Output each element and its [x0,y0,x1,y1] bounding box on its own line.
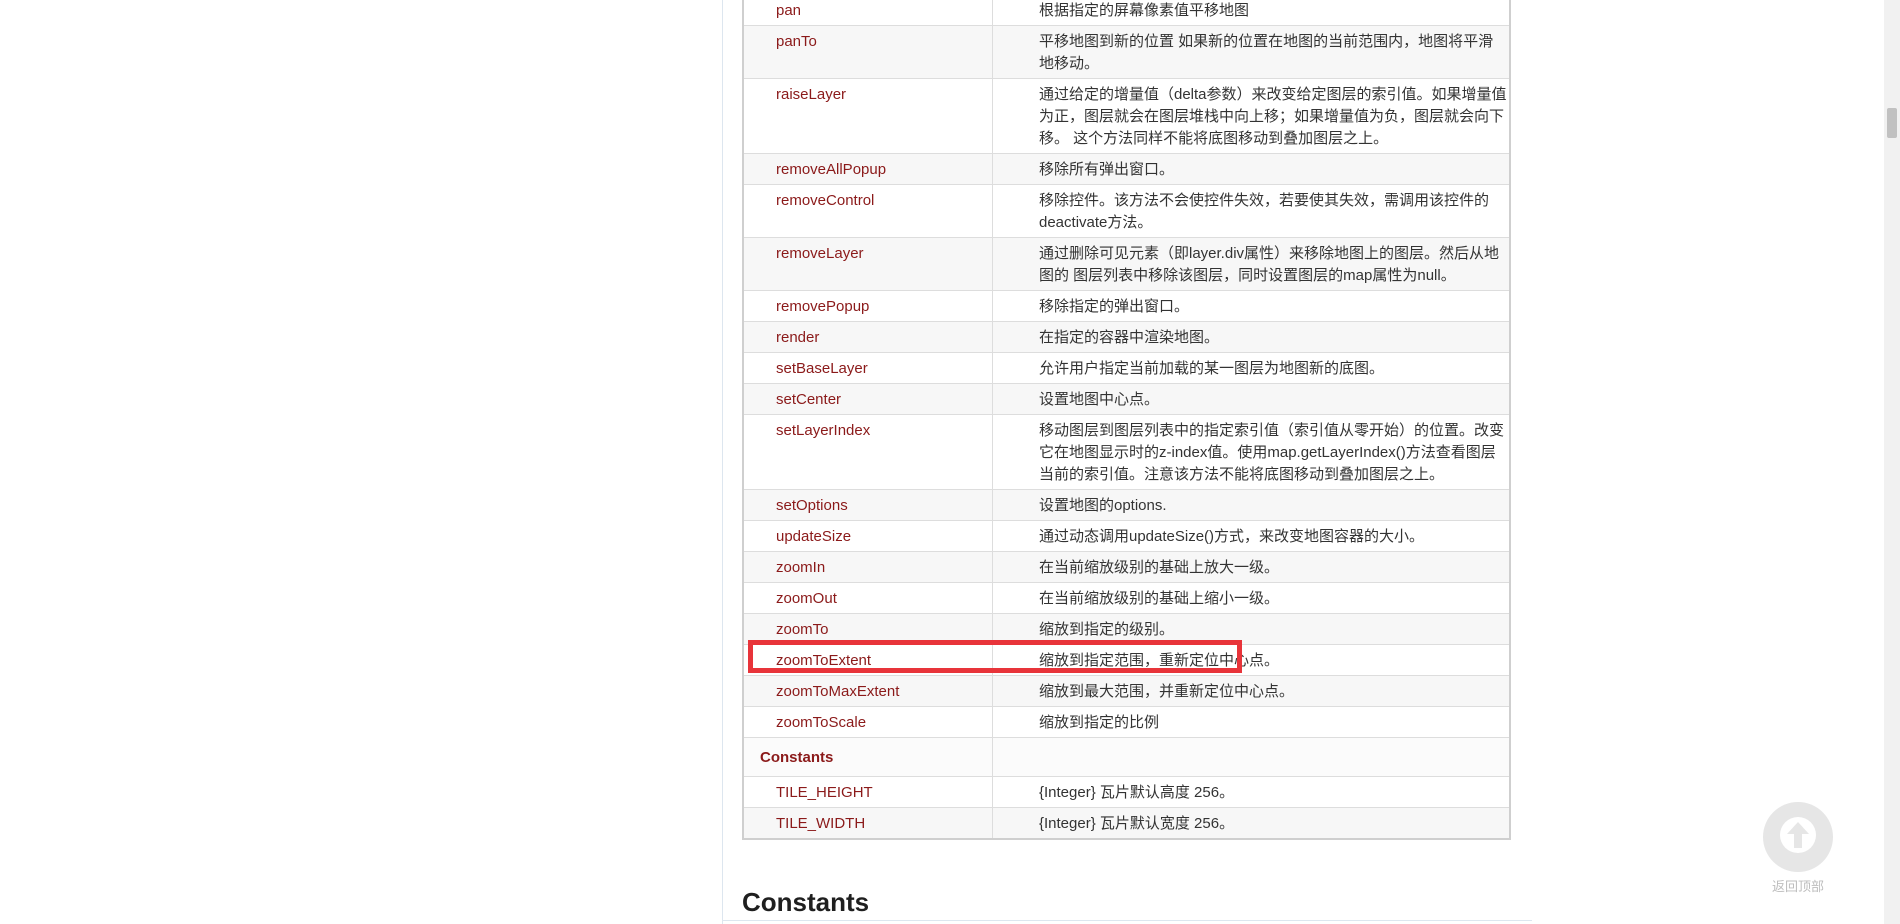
method-description: 允许用户指定当前加载的某一图层为地图新的底图。 [992,352,1510,384]
back-to-top-button[interactable]: 返回顶部 [1762,802,1834,895]
constant-link[interactable]: TILE_WIDTH [743,807,993,839]
table-row: raiseLayer 通过给定的增量值（delta参数）来改变给定图层的索引值。如… [743,78,1510,154]
method-link[interactable]: updateSize [743,520,993,552]
method-link[interactable]: setCenter [743,383,993,415]
method-link[interactable]: setLayerIndex [743,414,993,490]
constants-section-label: Constants [743,737,993,777]
method-description: 缩放到最大范围，并重新定位中心点。 [992,675,1510,707]
method-link[interactable]: setOptions [743,489,993,521]
method-description: 缩放到指定的级别。 [992,613,1510,645]
method-description: 移除控件。该方法不会使控件失效，若要使其失效，需调用该控件的deactivate… [992,184,1510,238]
arrow-up-icon [1780,817,1816,853]
table-row: removePopup 移除指定的弹出窗口。 [743,290,1510,322]
method-description: 通过给定的增量值（delta参数）来改变给定图层的索引值。如果增量值为正，图层就… [992,78,1510,154]
table-row: pan 根据指定的屏幕像素值平移地图 [743,0,1510,26]
table-row: setLayerIndex 移动图层到图层列表中的指定索引值（索引值从零开始）的位… [743,414,1510,490]
table-row: setBaseLayer 允许用户指定当前加载的某一图层为地图新的底图。 [743,352,1510,384]
method-link[interactable]: pan [743,0,993,26]
constant-description: {Integer} 瓦片默认高度 256。 [992,776,1510,808]
method-link[interactable]: removePopup [743,290,993,322]
method-description: 缩放到指定范围，重新定位中心点。 [992,644,1510,676]
table-row: panTo 平移地图到新的位置 如果新的位置在地图的当前范围内，地图将平滑地移动。 [743,25,1510,79]
method-link[interactable]: zoomToMaxExtent [743,675,993,707]
method-description: 在当前缩放级别的基础上缩小一级。 [992,582,1510,614]
method-link[interactable]: zoomIn [743,551,993,583]
method-description: 移动图层到图层列表中的指定索引值（索引值从零开始）的位置。改变 它在地图显示时的… [992,414,1510,490]
table-row-highlighted: zoomToExtent 缩放到指定范围，重新定位中心点。 [743,644,1510,676]
method-description: 通过删除可见元素（即layer.div属性）来移除地图上的图层。然后从地图的 图… [992,237,1510,291]
scrollbar-thumb[interactable] [1887,108,1897,138]
table-row: zoomTo 缩放到指定的级别。 [743,613,1510,645]
method-link[interactable]: zoomTo [743,613,993,645]
table-row: removeControl 移除控件。该方法不会使控件失效，若要使其失效，需调用该… [743,184,1510,238]
table-row: removeAllPopup 移除所有弹出窗口。 [743,153,1510,185]
table-row: TILE_HEIGHT {Integer} 瓦片默认高度 256。 [743,776,1510,808]
table-row: setOptions 设置地图的options. [743,489,1510,521]
table-row: setCenter 设置地图中心点。 [743,383,1510,415]
method-link[interactable]: removeLayer [743,237,993,291]
table-row: zoomOut 在当前缩放级别的基础上缩小一级。 [743,582,1510,614]
table-row: render 在指定的容器中渲染地图。 [743,321,1510,353]
methods-table: pan 根据指定的屏幕像素值平移地图 panTo 平移地图到新的位置 如果新的位置在… [742,0,1511,840]
constants-section-row: Constants [743,737,1510,777]
method-link[interactable]: render [743,321,993,353]
method-description: 移除所有弹出窗口。 [992,153,1510,185]
method-description: 移除指定的弹出窗口。 [992,290,1510,322]
method-description: 设置地图中心点。 [992,383,1510,415]
method-link[interactable]: zoomToExtent [743,644,993,676]
table-row: TILE_WIDTH {Integer} 瓦片默认宽度 256。 [743,807,1510,839]
vertical-scrollbar[interactable] [1884,0,1900,924]
table-row: zoomToMaxExtent 缩放到最大范围，并重新定位中心点。 [743,675,1510,707]
table-row: zoomToScale 缩放到指定的比例 [743,706,1510,738]
left-sidebar-area [0,0,722,924]
content-divider [722,0,723,924]
method-link[interactable]: removeAllPopup [743,153,993,185]
back-to-top-label: 返回顶部 [1771,879,1824,894]
method-description: 通过动态调用updateSize()方式，来改变地图容器的大小。 [992,520,1510,552]
table-row: updateSize 通过动态调用updateSize()方式，来改变地图容器的大… [743,520,1510,552]
heading-divider [722,920,1532,921]
table-row: removeLayer 通过删除可见元素（即layer.div属性）来移除地图上的… [743,237,1510,291]
method-description: 根据指定的屏幕像素值平移地图 [992,0,1510,26]
method-link[interactable]: zoomOut [743,582,993,614]
method-description: 设置地图的options. [992,489,1510,521]
constant-link[interactable]: TILE_HEIGHT [743,776,993,808]
constant-description: {Integer} 瓦片默认宽度 256。 [992,807,1510,839]
constants-heading: Constants [742,887,870,917]
table-row: zoomIn 在当前缩放级别的基础上放大一级。 [743,551,1510,583]
method-link[interactable]: zoomToScale [743,706,993,738]
method-description: 缩放到指定的比例 [992,706,1510,738]
section-empty-cell [992,737,1510,777]
method-link[interactable]: panTo [743,25,993,79]
method-description: 平移地图到新的位置 如果新的位置在地图的当前范围内，地图将平滑地移动。 [992,25,1510,79]
method-description: 在当前缩放级别的基础上放大一级。 [992,551,1510,583]
method-link[interactable]: setBaseLayer [743,352,993,384]
back-to-top-circle [1763,802,1833,872]
method-description: 在指定的容器中渲染地图。 [992,321,1510,353]
method-link[interactable]: raiseLayer [743,78,993,154]
method-link[interactable]: removeControl [743,184,993,238]
